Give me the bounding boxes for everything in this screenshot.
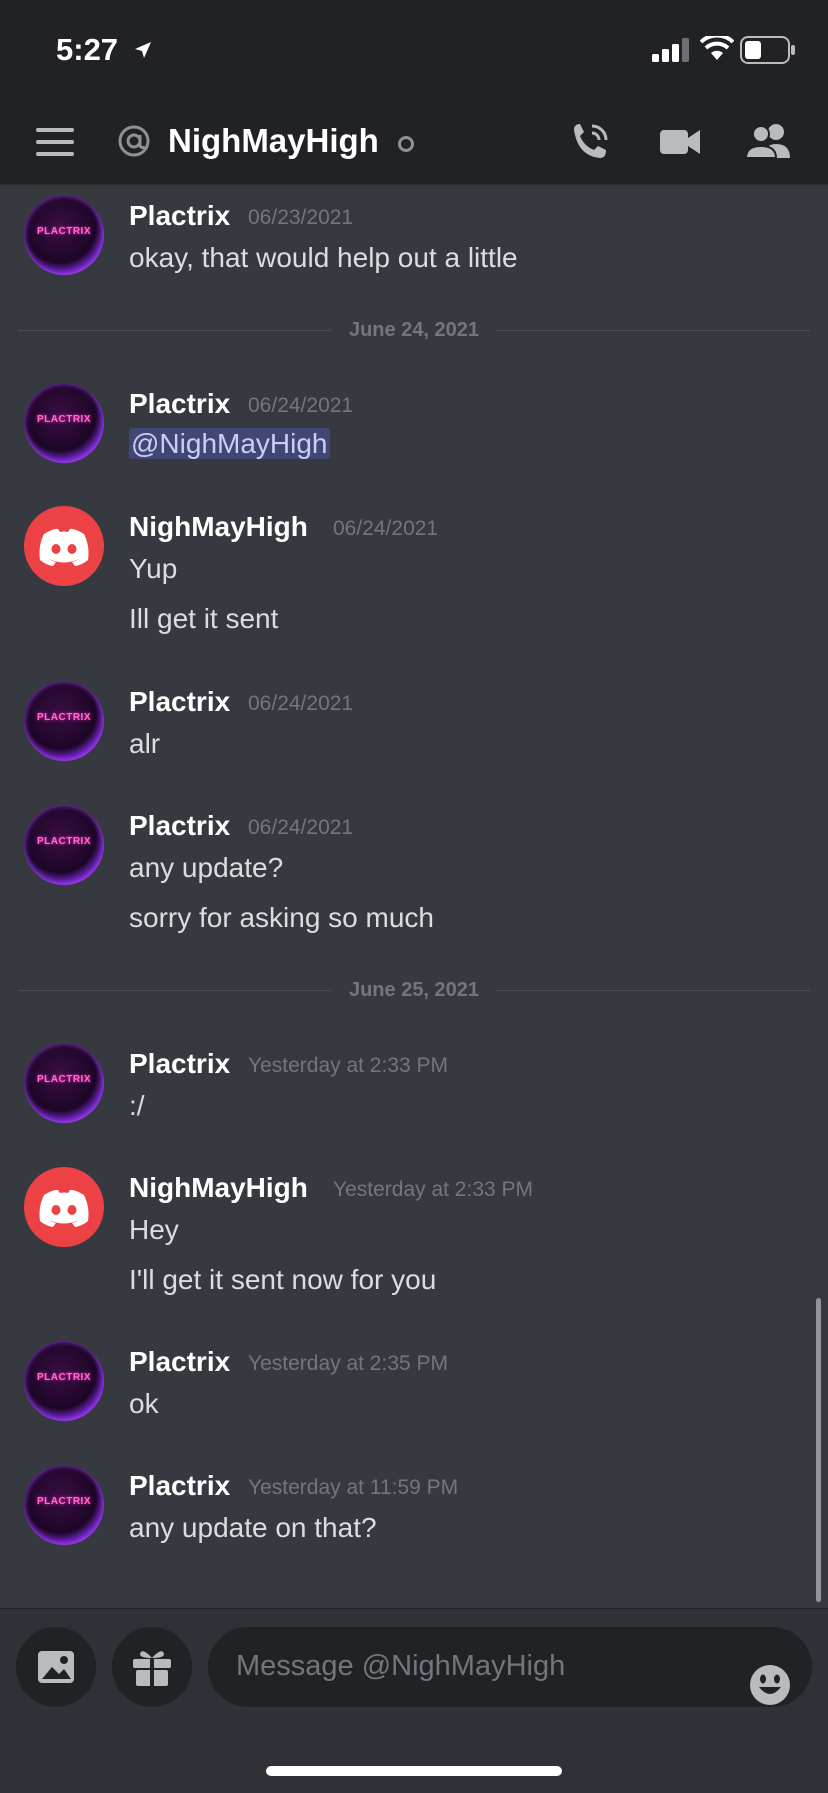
message-text: ok: [129, 1388, 159, 1419]
avatar[interactable]: PLACTRIX: [24, 383, 104, 463]
status-time: 5:27: [56, 32, 119, 67]
presence-status-icon: [398, 136, 414, 152]
message-timestamp: 06/24/2021: [248, 394, 354, 417]
avatar[interactable]: PLACTRIX: [24, 195, 104, 275]
message-text: I'll get it sent now for you: [129, 1264, 437, 1295]
status-bar: 5:27: [0, 0, 828, 100]
message-timestamp: Yesterday at 2:33 PM: [333, 1178, 534, 1201]
message-text: Yup: [129, 553, 178, 584]
scrollbar[interactable]: [816, 1298, 821, 1602]
message-text: @NighMayHigh: [129, 428, 330, 460]
message-author[interactable]: Plactrix: [129, 1048, 230, 1080]
avatar[interactable]: PLACTRIX: [24, 681, 104, 761]
discord-logo-icon: [39, 528, 89, 566]
members-list-icon[interactable]: [744, 122, 792, 160]
message-author[interactable]: Plactrix: [129, 1346, 230, 1378]
avatar[interactable]: [24, 506, 104, 586]
date-divider: June 25, 2021: [0, 979, 828, 1002]
message-text: alr: [129, 728, 161, 759]
battery-icon: [740, 36, 795, 64]
message-text: Hey: [129, 1214, 179, 1245]
message-author[interactable]: NighMayHigh: [129, 511, 308, 543]
image-icon: [38, 1651, 74, 1683]
message-text: :/: [129, 1090, 145, 1121]
message-timestamp: Yesterday at 2:35 PM: [248, 1352, 449, 1375]
date-divider: June 24, 2021: [0, 319, 828, 342]
channel-header: NighMayHigh: [0, 100, 828, 185]
gift-icon: [133, 1651, 171, 1686]
message-author[interactable]: Plactrix: [129, 388, 230, 420]
gift-button[interactable]: [112, 1627, 192, 1707]
cellular-signal-icon: [652, 38, 689, 62]
avatar[interactable]: [24, 1167, 104, 1247]
avatar[interactable]: PLACTRIX: [24, 1465, 104, 1545]
video-camera-icon[interactable]: [658, 126, 702, 158]
message-text: Ill get it sent: [129, 603, 279, 634]
hamburger-menu-icon[interactable]: [36, 128, 74, 156]
message-timestamp: 06/24/2021: [333, 517, 439, 540]
location-arrow-icon: [135, 42, 151, 58]
message-timestamp: 06/24/2021: [248, 816, 354, 839]
avatar[interactable]: PLACTRIX: [24, 1341, 104, 1421]
channel-title: NighMayHigh: [168, 122, 379, 159]
message-text: okay, that would help out a little: [129, 242, 518, 273]
message-placeholder: Message @NighMayHigh: [236, 1650, 566, 1682]
phone-call-icon[interactable]: [568, 120, 612, 164]
message-author[interactable]: Plactrix: [129, 686, 230, 718]
message-timestamp: 06/23/2021: [248, 206, 354, 229]
emoji-icon[interactable]: [748, 1645, 792, 1725]
avatar[interactable]: PLACTRIX: [24, 805, 104, 885]
attach-image-button[interactable]: [16, 1627, 96, 1707]
message-timestamp: Yesterday at 11:59 PM: [248, 1476, 459, 1499]
user-mention[interactable]: @NighMayHigh: [129, 428, 330, 459]
discord-logo-icon: [39, 1189, 89, 1227]
message-author[interactable]: Plactrix: [129, 810, 230, 842]
at-sign-icon: [118, 125, 150, 157]
message-text: any update?: [129, 852, 284, 883]
message-text: sorry for asking so much: [129, 902, 434, 933]
wifi-icon: [700, 36, 734, 60]
message-timestamp: 06/24/2021: [248, 692, 354, 715]
message-author[interactable]: Plactrix: [129, 200, 230, 232]
message-timestamp: Yesterday at 2:33 PM: [248, 1054, 449, 1077]
message-input[interactable]: Message @NighMayHigh: [208, 1627, 812, 1707]
home-indicator[interactable]: [266, 1766, 562, 1776]
message-text: any update on that?: [129, 1512, 377, 1543]
avatar[interactable]: PLACTRIX: [24, 1043, 104, 1123]
message-author[interactable]: Plactrix: [129, 1470, 230, 1502]
message-author[interactable]: NighMayHigh: [129, 1172, 308, 1204]
